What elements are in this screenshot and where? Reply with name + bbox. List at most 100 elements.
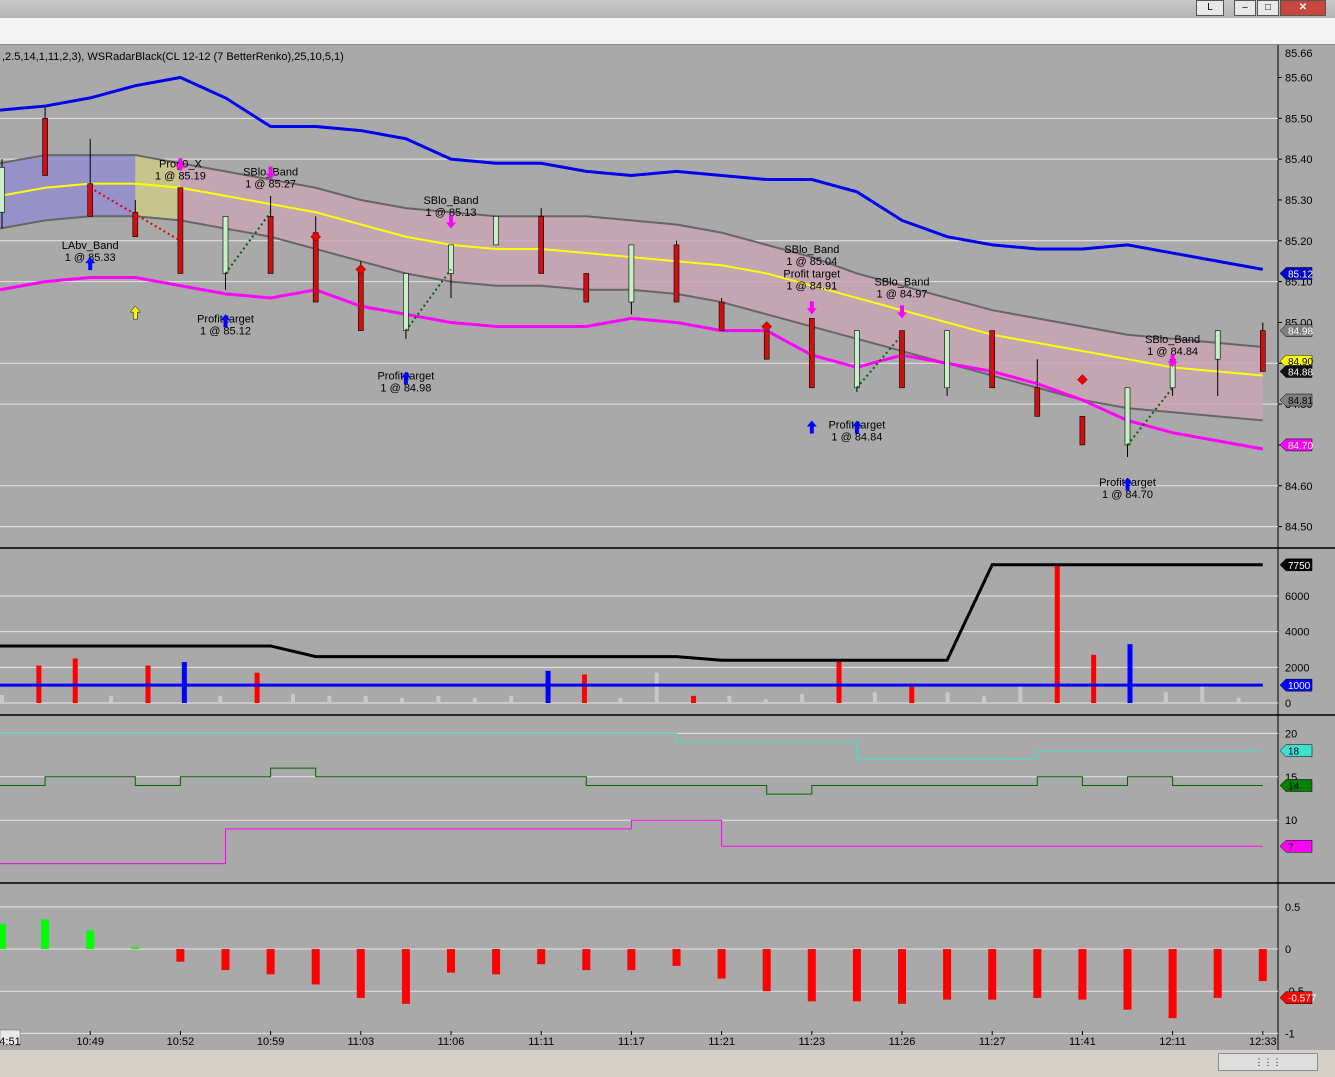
osc-marker-label: 7 [1288, 842, 1294, 853]
price-tick-label: 84.50 [1285, 522, 1313, 534]
volume-bar [1163, 692, 1168, 703]
time-tick-label: 12:33 [1249, 1036, 1277, 1048]
volume-tick-label: 0 [1285, 698, 1291, 710]
candle-bullish [1124, 387, 1131, 446]
candle-bearish [357, 269, 364, 331]
volume-bar [1018, 685, 1023, 703]
maximize-button[interactable]: □ [1257, 0, 1279, 16]
volume-bar [1091, 654, 1097, 703]
hist-bar-negative [898, 949, 906, 1004]
price-tick-label: 85.60 [1285, 72, 1313, 84]
trade-annotation-price: 1 @ 85.04 [786, 256, 837, 268]
price-marker-label: 84.70 [1288, 441, 1313, 452]
volume-bar [945, 692, 950, 703]
volume-bar [581, 674, 587, 703]
hist-bar-negative [1213, 949, 1222, 998]
hist-bar-negative [627, 949, 636, 971]
trade-annotation-label: SBlo_Band [423, 195, 478, 207]
volume-bar [472, 697, 477, 703]
volume-tick-label: 4000 [1285, 627, 1309, 639]
volume-bar [727, 695, 732, 703]
hist-bar-negative [807, 949, 816, 1002]
hist-tick-label: 0.5 [1285, 902, 1300, 914]
hist-bar-negative [176, 949, 185, 962]
minimize-button[interactable]: – [1234, 0, 1256, 16]
volume-bar [872, 692, 877, 703]
volume-bar [509, 695, 514, 703]
time-tick-label: 11:26 [889, 1036, 916, 1048]
price-tick-label: 85.50 [1285, 113, 1313, 125]
time-tick-label: 11:41 [1069, 1036, 1096, 1048]
candle-bearish [1034, 387, 1041, 417]
chart-title-button[interactable]: L [1196, 0, 1224, 16]
osc-tick-label: 10 [1285, 815, 1297, 827]
toolbar [0, 18, 1335, 45]
candle-bullish [854, 330, 860, 389]
hist-marker-label: -0.577 [1288, 994, 1317, 1005]
volume-bar [800, 694, 805, 703]
candle-bearish [718, 301, 725, 331]
hist-tick-label: -1 [1285, 1028, 1295, 1040]
trade-annotation-price: 1 @ 84.97 [877, 289, 928, 301]
candle-bullish [403, 273, 409, 331]
volume-bar [327, 695, 332, 703]
hist-bar-positive [41, 919, 50, 950]
volume-marker-label: 1000 [1288, 681, 1311, 692]
candle-bearish [673, 244, 680, 303]
volume-bar [654, 672, 659, 703]
candle-bearish [583, 273, 590, 303]
status-bar [0, 1050, 1335, 1077]
volume-bar [72, 658, 78, 703]
time-tick-label: 10:52 [167, 1036, 195, 1048]
time-tick-label: 10:59 [257, 1036, 285, 1048]
time-tick-label: 4:51 [0, 1036, 21, 1048]
candle-bearish [42, 118, 48, 176]
volume-bar [1054, 565, 1060, 703]
hist-bar-negative [1033, 949, 1042, 998]
price-top-label: 85.66 [1285, 48, 1313, 60]
time-tick-label: 10:49 [76, 1036, 104, 1048]
trade-annotation-label: SBlo_Band [784, 244, 839, 256]
hist-bar-negative [762, 949, 771, 992]
price-marker-label: 84.81 [1288, 396, 1313, 407]
trade-annotation-price: 1 @ 85.19 [155, 170, 206, 182]
trade-annotation-label: Profit target [783, 269, 840, 281]
candle-bullish [628, 244, 635, 303]
hist-bar-negative [1168, 949, 1177, 1019]
hist-bar-negative [852, 949, 861, 1002]
trade-annotation-price: 1 @ 85.27 [245, 178, 296, 190]
time-tick-label: 11:27 [979, 1036, 1006, 1048]
volume-bar [218, 695, 223, 703]
volume-bar [982, 695, 987, 703]
window-titlebar: L – □ ✕ [0, 0, 1335, 18]
osc-marker-label-bg [1279, 840, 1313, 853]
candle-bullish [448, 244, 454, 274]
volume-bar [1236, 697, 1241, 703]
volume-bar [545, 670, 551, 703]
close-button[interactable]: ✕ [1280, 0, 1326, 16]
volume-bar [254, 672, 260, 703]
hist-bar-positive [0, 923, 6, 950]
trade-annotation-label: SBlo_Band [874, 277, 929, 289]
candle-bullish [944, 330, 950, 389]
price-tick-label: 85.20 [1285, 236, 1313, 248]
time-tick-label: 11:23 [798, 1036, 825, 1048]
horizontal-scrollbar-thumb[interactable]: ⋮⋮⋮ [1218, 1053, 1318, 1071]
volume-marker-label: 7750 [1288, 561, 1311, 572]
volume-bar [909, 685, 915, 703]
osc-tick-label: 20 [1285, 728, 1297, 740]
candle-bullish [493, 216, 499, 246]
hist-bar-negative [717, 949, 726, 979]
hist-bar-positive [131, 947, 140, 950]
chart-area[interactable]: 85.6085.5085.4085.3085.2085.1085.0084.90… [0, 45, 1335, 1050]
hist-bar-negative [311, 949, 320, 985]
candle-bearish [808, 318, 815, 389]
price-marker-label: 85.12 [1288, 269, 1313, 280]
hist-bar-negative [492, 949, 501, 975]
price-tick-label: 84.60 [1285, 481, 1313, 493]
candle-bearish [989, 330, 996, 389]
candle-bullish [0, 167, 5, 213]
volume-bar [836, 661, 842, 703]
trade-annotation-label: SBlo_Band [1145, 334, 1200, 346]
hist-bar-negative [447, 949, 455, 973]
